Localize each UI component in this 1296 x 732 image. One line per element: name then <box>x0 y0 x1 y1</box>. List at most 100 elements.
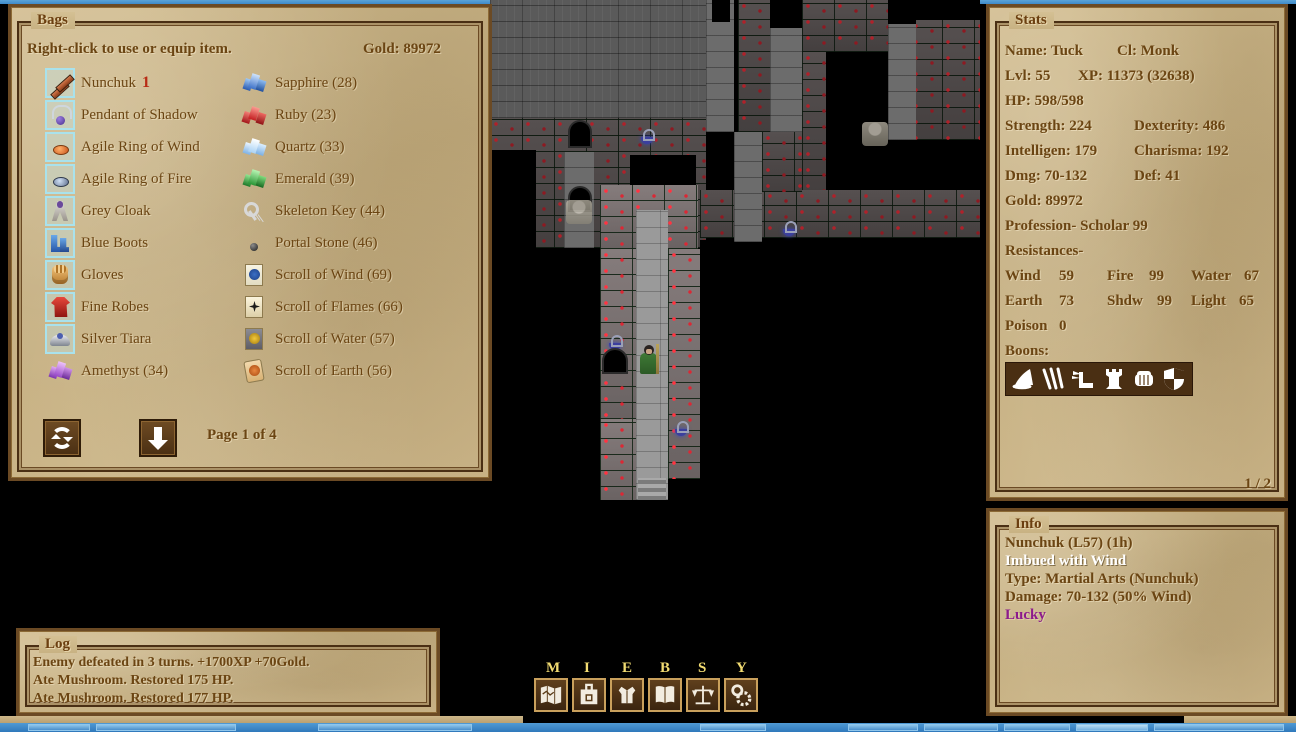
item-slot[interactable] <box>239 100 269 130</box>
list-item[interactable]: Scroll of Wind (69) <box>239 261 392 289</box>
res-fire-label: Fire <box>1107 268 1134 284</box>
res-shadow-label: Shdw <box>1107 293 1143 309</box>
winged-boot-icon[interactable] <box>1071 366 1097 392</box>
action-toolbar: M I E B S Y <box>532 660 760 716</box>
item-slot[interactable] <box>45 324 75 354</box>
list-item[interactable]: Gloves <box>45 260 124 290</box>
dungeon-map-viewport[interactable] <box>490 0 980 716</box>
item-slot[interactable] <box>45 164 75 194</box>
item-slot[interactable] <box>45 292 75 322</box>
info-damage: Damage: 70-132 (50% Wind) <box>1005 589 1192 605</box>
item-slot[interactable] <box>239 132 269 162</box>
item-slot[interactable] <box>45 356 75 386</box>
map-floor-tile <box>888 24 916 140</box>
list-item[interactable]: Agile Ring of Fire <box>45 164 191 194</box>
item-slot[interactable] <box>239 292 269 322</box>
item-slot[interactable] <box>239 164 269 194</box>
settings-button[interactable] <box>724 678 758 712</box>
tower-icon[interactable] <box>1101 366 1127 392</box>
list-item[interactable]: Amethyst (34) <box>45 357 168 385</box>
map-brazier <box>638 128 656 146</box>
log-panel: Log Enemy defeated in 3 turns. +1700XP +… <box>16 628 440 716</box>
refresh-button[interactable] <box>43 419 81 457</box>
skills-button[interactable] <box>686 678 720 712</box>
map-wall-tile <box>910 20 980 140</box>
item-label: Emerald (39) <box>275 170 355 187</box>
item-slot[interactable] <box>45 228 75 258</box>
list-item[interactable]: Agile Ring of Wind <box>45 132 200 162</box>
claw-slash-icon[interactable] <box>1041 366 1067 392</box>
list-item[interactable]: Silver Tiara <box>45 324 151 354</box>
item-label: Gloves <box>81 266 124 283</box>
list-item[interactable]: Emerald (39) <box>239 165 355 193</box>
list-item[interactable]: Grey Cloak <box>45 196 151 226</box>
list-item[interactable]: Sapphire (28) <box>239 69 357 97</box>
item-label: Blue Boots <box>81 234 149 251</box>
taskbar-item[interactable] <box>700 724 766 731</box>
list-item[interactable]: Scroll of Flames (66) <box>239 293 403 321</box>
item-slot[interactable] <box>239 196 269 226</box>
wizard-hat-icon[interactable] <box>1011 366 1037 392</box>
map-button[interactable] <box>534 678 568 712</box>
shield-icon[interactable] <box>1161 366 1187 392</box>
taskbar-item-active[interactable] <box>1076 724 1148 731</box>
taskbar-item[interactable] <box>848 724 918 731</box>
map-dark-tile <box>712 0 730 22</box>
next-page-button[interactable] <box>139 419 177 457</box>
quartz-icon <box>242 135 267 159</box>
log-panel-title: Log <box>39 636 78 653</box>
boons-label: Boons: <box>1005 343 1050 359</box>
stat-intelligence: Intelligen: 179 <box>1005 143 1098 159</box>
inventory-button[interactable] <box>572 678 606 712</box>
stats-pager[interactable]: 1 / 2 <box>1244 476 1271 492</box>
scroll-earth-icon <box>242 358 266 384</box>
list-item[interactable]: Ruby (23) <box>239 101 336 129</box>
list-item[interactable]: Skeleton Key (44) <box>239 197 385 225</box>
backpack-icon <box>580 683 598 705</box>
taskbar-item[interactable] <box>96 724 236 731</box>
list-item[interactable]: Fine Robes <box>45 292 149 322</box>
item-slot[interactable] <box>45 100 75 130</box>
item-slot[interactable] <box>45 68 75 98</box>
stat-damage: Dmg: 70-132 <box>1005 168 1088 184</box>
item-slot[interactable] <box>239 356 269 386</box>
item-slot[interactable] <box>45 196 75 226</box>
map-dark-tile <box>894 0 916 24</box>
item-slot[interactable] <box>239 68 269 98</box>
info-type: Type: Martial Arts (Nunchuk) <box>1005 571 1199 587</box>
info-item-name: Nunchuk (L57) (1h) <box>1005 535 1133 551</box>
res-wind-label: Wind <box>1005 268 1041 284</box>
player-body <box>640 353 657 374</box>
toolbar-key-b: B <box>660 660 671 676</box>
equipment-button[interactable] <box>610 678 644 712</box>
book-icon <box>655 686 675 704</box>
resistances-label: Resistances- <box>1005 243 1084 259</box>
item-slot[interactable] <box>239 228 269 258</box>
list-item[interactable]: Blue Boots <box>45 228 149 258</box>
item-label: Quartz (33) <box>275 138 345 155</box>
taskbar-item[interactable] <box>318 724 472 731</box>
item-slot[interactable] <box>239 324 269 354</box>
taskbar-item[interactable] <box>1154 724 1284 731</box>
list-item[interactable]: Scroll of Earth (56) <box>239 357 392 385</box>
res-earth-value: 73 <box>1059 293 1074 309</box>
list-item[interactable]: Nunchuk 1 <box>45 68 150 98</box>
item-slot[interactable] <box>45 260 75 290</box>
taskbar-item[interactable] <box>1004 724 1070 731</box>
item-label: Nunchuk <box>81 74 136 91</box>
item-slot[interactable] <box>45 132 75 162</box>
list-item[interactable]: Portal Stone (46) <box>239 229 378 257</box>
stat-defense: Def: 41 <box>1134 168 1181 184</box>
fist-icon[interactable] <box>1131 366 1157 392</box>
list-item[interactable]: Pendant of Shadow <box>45 100 198 130</box>
scroll-water-icon <box>242 327 266 351</box>
list-item[interactable]: Scroll of Water (57) <box>239 325 395 353</box>
book-button[interactable] <box>648 678 682 712</box>
list-item[interactable]: Quartz (33) <box>239 133 345 161</box>
page-indicator: Page 1 of 4 <box>207 427 277 443</box>
os-taskbar[interactable] <box>0 723 1296 732</box>
res-poison-value: 0 <box>1059 318 1067 334</box>
taskbar-item[interactable] <box>924 724 998 731</box>
item-slot[interactable] <box>239 260 269 290</box>
taskbar-item[interactable] <box>28 724 90 731</box>
